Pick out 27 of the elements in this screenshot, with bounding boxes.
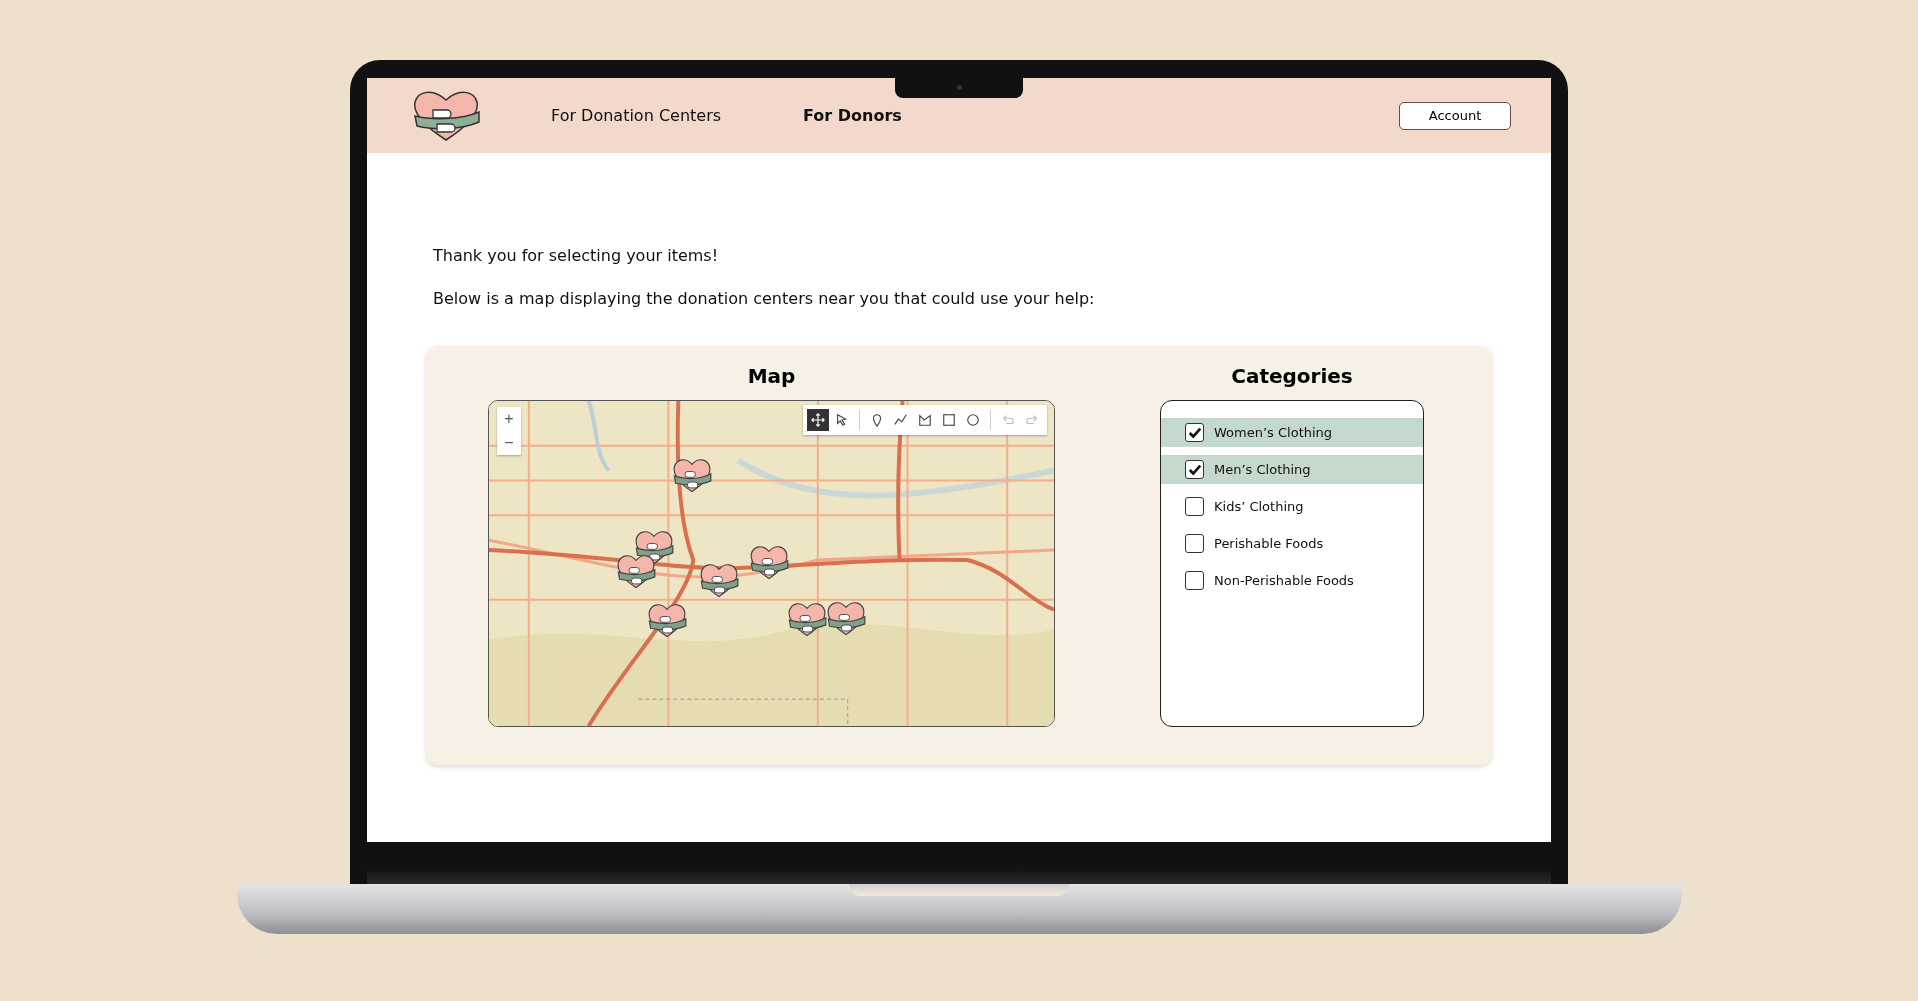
nav-link[interactable]: For Donation Centers bbox=[551, 106, 722, 125]
heart-marker-icon[interactable] bbox=[699, 561, 739, 599]
heart-marker-icon[interactable] bbox=[826, 599, 866, 637]
heart-marker-icon[interactable] bbox=[616, 552, 656, 590]
zoom-out-button[interactable]: − bbox=[497, 431, 521, 455]
nav-link[interactable]: For Donors bbox=[803, 106, 902, 125]
category-option[interactable]: Non-Perishable Foods bbox=[1161, 566, 1423, 595]
category-option[interactable]: Kids’ Clothing bbox=[1161, 492, 1423, 521]
categories-title: Categories bbox=[1231, 364, 1353, 388]
checkbox[interactable] bbox=[1185, 460, 1204, 479]
heart-marker-icon[interactable] bbox=[787, 600, 827, 638]
zoom-in-button[interactable]: + bbox=[497, 407, 521, 431]
checkbox[interactable] bbox=[1185, 534, 1204, 553]
category-option[interactable]: Men’s Clothing bbox=[1161, 455, 1423, 484]
heart-marker-icon[interactable] bbox=[749, 543, 789, 581]
heart-marker-icon[interactable] bbox=[672, 456, 712, 494]
checkbox[interactable] bbox=[1185, 423, 1204, 442]
intro-text: Thank you for selecting your items! bbox=[433, 246, 720, 265]
heart-marker-icon[interactable] bbox=[647, 601, 687, 639]
checkbox[interactable] bbox=[1185, 497, 1204, 516]
intro-text: Below is a map displaying the donation centers near you that could use your help: bbox=[433, 289, 1096, 308]
checkbox[interactable] bbox=[1185, 571, 1204, 590]
account-button[interactable]: Account bbox=[1399, 101, 1511, 130]
category-option[interactable]: Women’s Clothing bbox=[1161, 418, 1423, 447]
move-tool-icon[interactable] bbox=[807, 409, 829, 431]
map-title: Map bbox=[747, 364, 796, 388]
category-option[interactable]: Perishable Foods bbox=[1161, 529, 1423, 558]
